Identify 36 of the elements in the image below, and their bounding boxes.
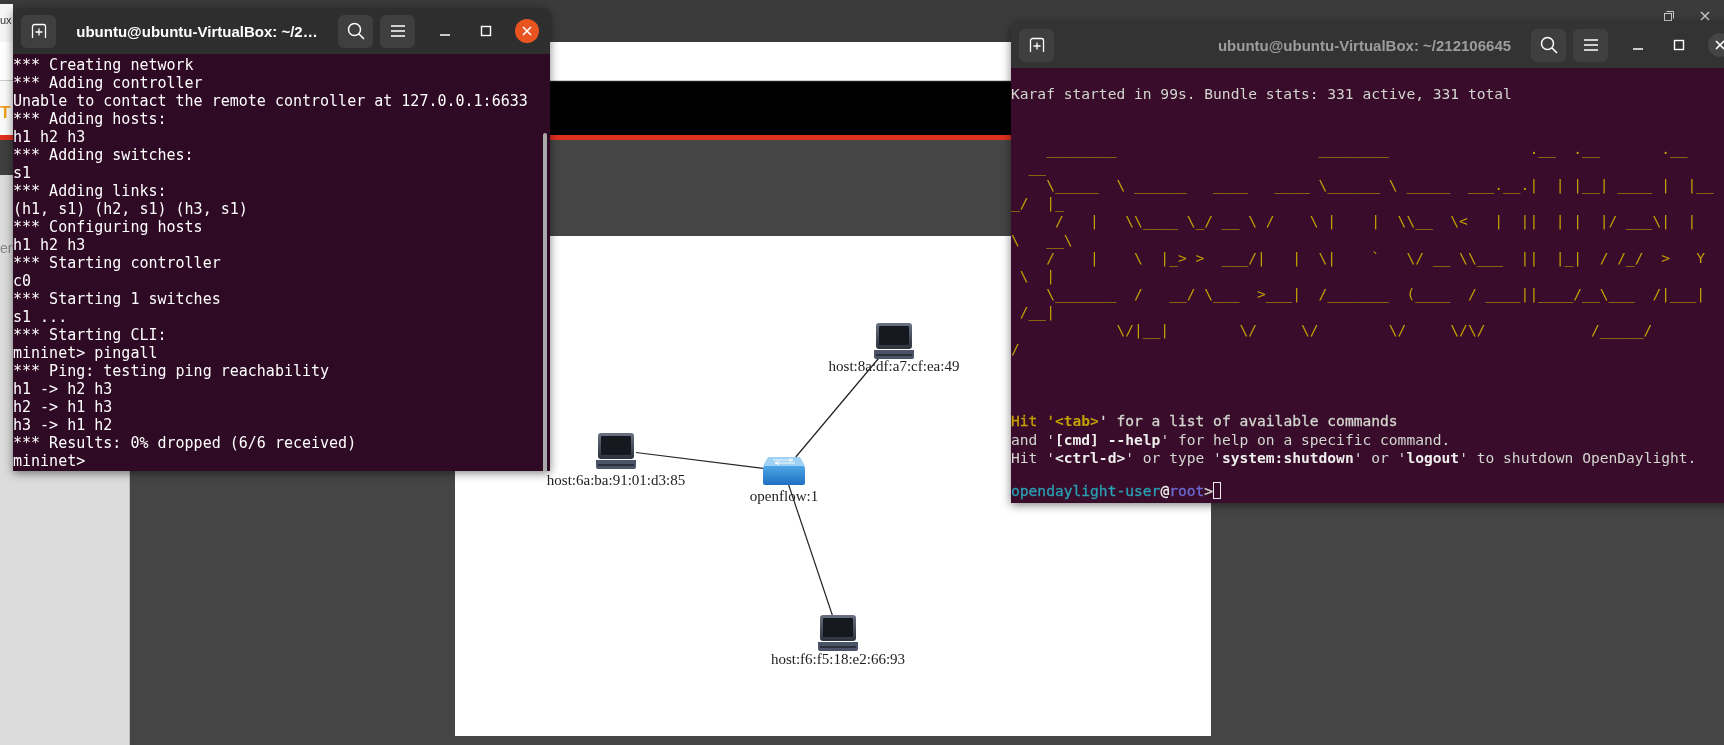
terminal-line: *** Adding switches:: [13, 146, 194, 164]
terminal-line: *** Configuring hosts: [13, 218, 203, 236]
terminal-line: h1 -> h2 h3: [13, 380, 113, 398]
terminal-line: mininet> pingall: [13, 344, 158, 362]
terminal-line: *** Adding hosts:: [13, 110, 167, 128]
terminal-line: s1: [13, 164, 32, 182]
terminal-line: Karaf started in 99s. Bundle stats: 331 active, 331 total: [1011, 85, 1512, 104]
terminal-line: c0: [13, 272, 32, 290]
node-label: host:f6:f5:18:e2:66:93: [770, 651, 906, 668]
terminal-line: *** Starting 1 switches: [13, 290, 221, 308]
terminal-line: (h1, s1) (h2, s1) (h3, s1): [13, 200, 248, 218]
terminal-line: h3 -> h1 h2: [13, 416, 113, 434]
terminal-line: *** Results: 0% dropped (6/6 received): [13, 434, 357, 452]
sidebar-text: T: [0, 103, 11, 123]
terminal-line: and '[cmd] --help' for help on a specific command.: [1011, 430, 1451, 449]
banner-text: ________ ________ .__ .__ .__ __ \_____ \ ______ ____ ____ \______ \ _____ ___.__.| | |__| ____ | |__ _/ |_ / | \\____ \_/ __ \ / \ | | \\__ \< | || | | |/ ___\| | \ __\ / | \ |_> > ___/| | \| ` \/ __ \\___ || |_| / /_/ > Y \ | \_______ / __/ \___ >___| /_______ (____ / ____||____/__\___ /|___| /__| \/|__| \/ \/ \/ \/\/ /_____/ /: [1011, 139, 1714, 358]
terminal-line: *** Creating network: [13, 56, 194, 74]
terminal-line: *** Adding controller: [13, 74, 203, 92]
terminal-line: Hit '<ctrl-d>' or type 'system:shutdown' or 'logout' to shutdown OpenDaylight.: [1011, 448, 1697, 467]
terminal-line: h1 h2 h3: [13, 128, 86, 146]
shell-prompt: opendaylight-user@root>: [1011, 482, 1222, 501]
terminal-line: Hit '<tab>' for a list of available commands: [1011, 412, 1398, 431]
terminal-line: mininet>: [13, 452, 86, 470]
window-title: ubuntu@ubuntu-VirtualBox: ~/2…: [75, 22, 319, 40]
terminal-line: *** Starting controller: [13, 254, 221, 272]
window-title: ubuntu@ubuntu-VirtualBox: ~/212106645: [1216, 36, 1513, 54]
terminal-line: h2 -> h1 h3: [13, 398, 113, 416]
terminal-line: *** Adding links:: [13, 182, 167, 200]
terminal-line: *** Starting CLI:: [13, 326, 167, 344]
sidebar-text: er: [0, 240, 13, 256]
terminal-line: Unable to contact the remote controller at 127.0.0.1:6633: [13, 92, 528, 110]
terminal-line: h1 h2 h3: [13, 236, 86, 254]
terminal-line: s1 ...: [13, 308, 68, 326]
terminal-line: *** Ping: testing ping reachability: [13, 362, 330, 380]
node-label: host:6a:ba:91:01:d3:85: [546, 472, 686, 489]
browser-tab[interactable]: ux: [0, 4, 13, 42]
